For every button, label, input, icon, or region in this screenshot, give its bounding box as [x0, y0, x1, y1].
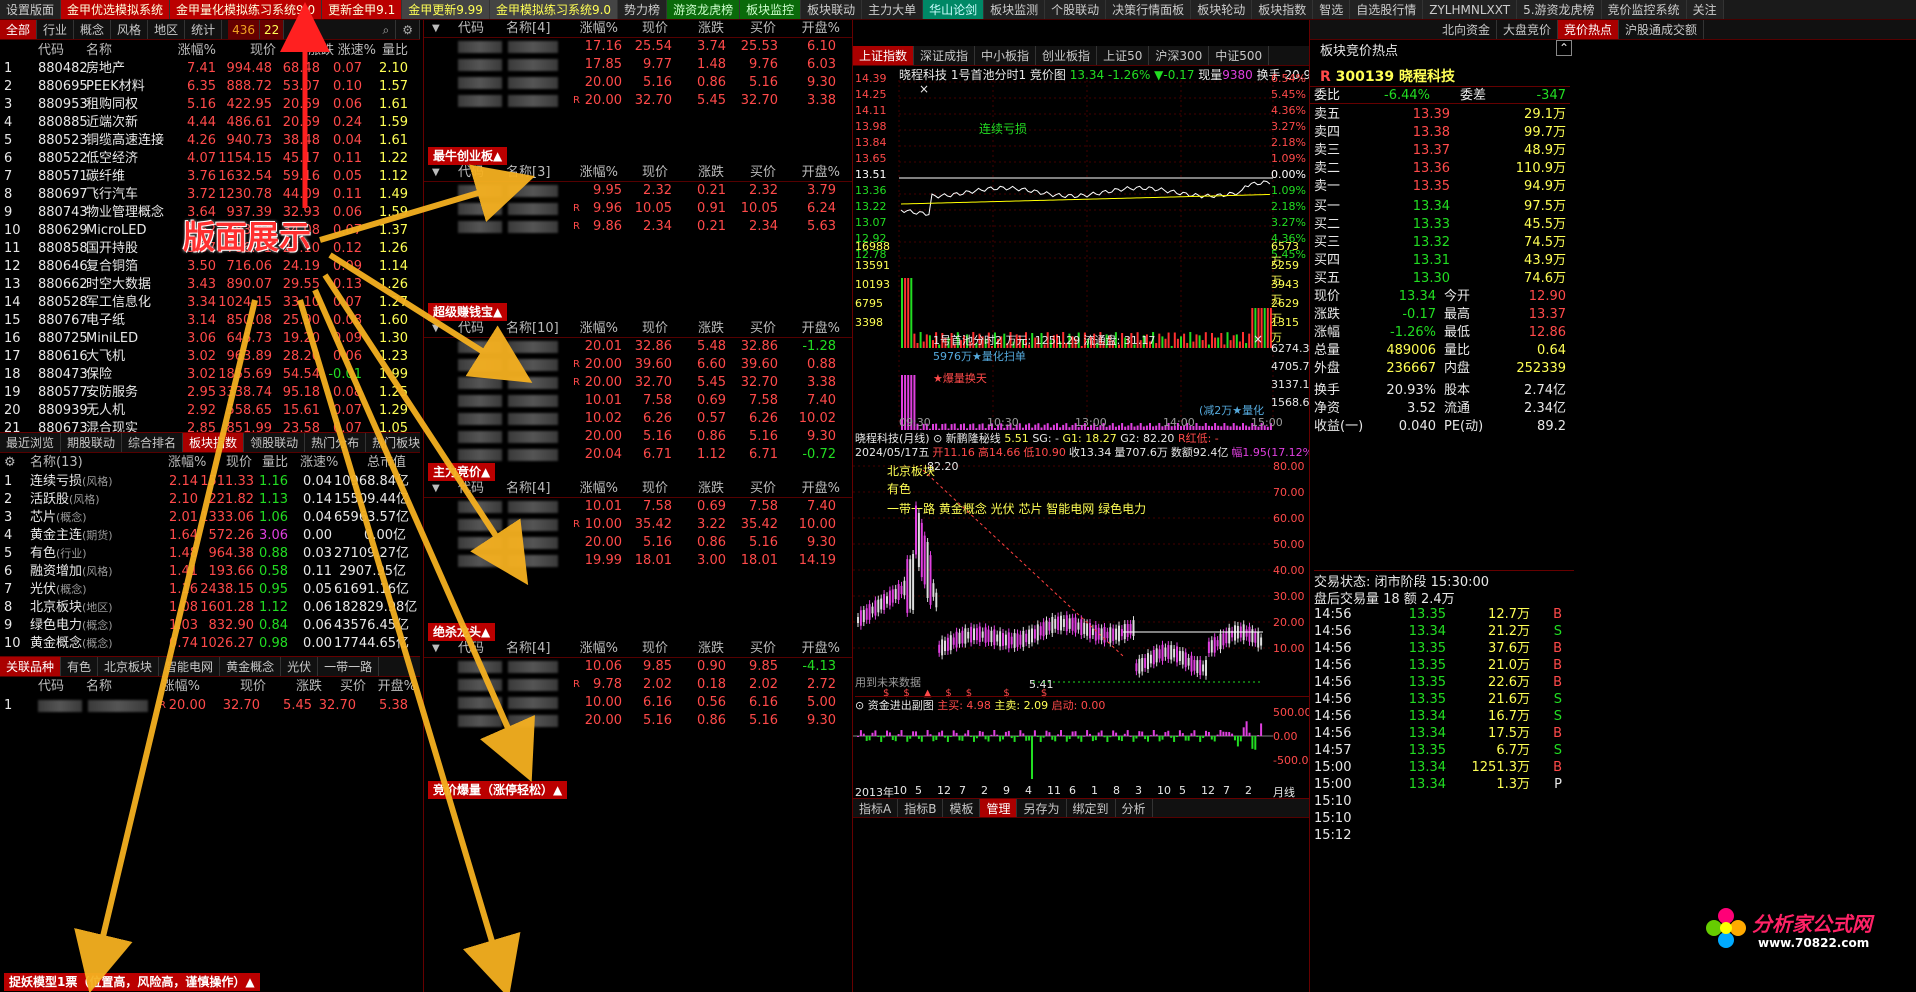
arrow-to-chuangye: [319, 164, 536, 243]
flower-logo-icon: [1706, 908, 1746, 948]
watermark-url: www.70822.com: [1758, 936, 1870, 950]
watermark-title: 分析家公式网: [1752, 912, 1872, 936]
arrow-to-zhuoyao: [74, 299, 258, 992]
annotation-arrows: [74, 2, 536, 992]
layout-annotation: 版面展示: [183, 218, 312, 256]
arrow-to-zhuanqian: [328, 252, 533, 383]
arrow-to-baoliang: [297, 299, 521, 992]
watermark: 分析家公式网 www.70822.com: [1700, 900, 1916, 960]
